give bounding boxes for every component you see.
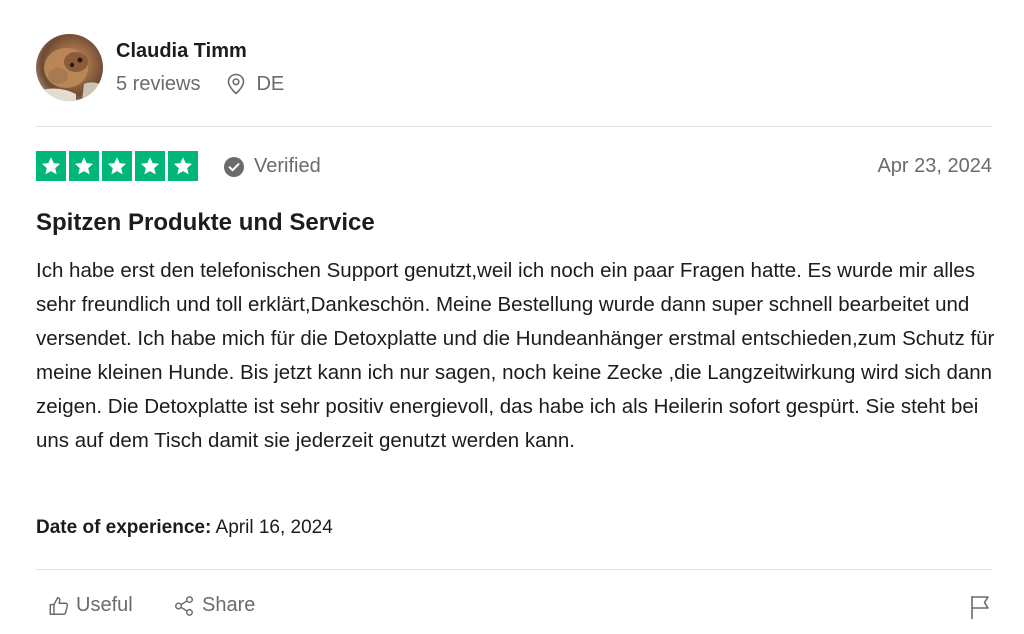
report-flag-button[interactable] xyxy=(968,594,992,625)
reviewer-name[interactable]: Claudia Timm xyxy=(116,40,247,63)
review-title: Spitzen Produkte und Service xyxy=(36,209,375,236)
reviewer-country: DE xyxy=(256,72,285,95)
divider xyxy=(36,569,992,570)
star-icon xyxy=(135,151,165,181)
thumbs-up-icon xyxy=(49,596,69,615)
star-rating xyxy=(36,151,198,181)
review-actions: Useful Share xyxy=(36,594,992,624)
star-icon xyxy=(102,151,132,181)
experience-label: Date of experience: xyxy=(36,517,212,538)
divider xyxy=(36,126,992,127)
reviewer-meta: 5 reviews DE xyxy=(116,72,284,96)
useful-label: Useful xyxy=(76,594,133,616)
avatar[interactable] xyxy=(36,34,103,101)
check-circle-icon xyxy=(224,156,244,177)
useful-button[interactable]: Useful xyxy=(48,594,133,617)
location-pin-icon xyxy=(226,73,246,95)
share-label: Share xyxy=(202,594,256,616)
verified-label: Verified xyxy=(254,155,321,177)
star-icon xyxy=(69,151,99,181)
verified-badge[interactable]: Verified xyxy=(224,155,321,178)
flag-icon xyxy=(971,596,989,619)
reviews-count: 5 reviews xyxy=(116,72,201,95)
reviewer-header: Claudia Timm 5 reviews DE xyxy=(36,34,992,102)
rating-row: Verified Apr 23, 2024 xyxy=(36,151,992,183)
share-icon xyxy=(175,595,193,616)
experience-date: April 16, 2024 xyxy=(215,517,333,538)
star-icon xyxy=(168,151,198,181)
review-date: Apr 23, 2024 xyxy=(877,155,992,177)
date-of-experience: Date of experience: April 16, 2024 xyxy=(36,517,333,539)
share-button[interactable]: Share xyxy=(172,594,255,617)
review-body: Ich habe erst den telefonischen Support … xyxy=(36,259,995,452)
star-icon xyxy=(36,151,66,181)
